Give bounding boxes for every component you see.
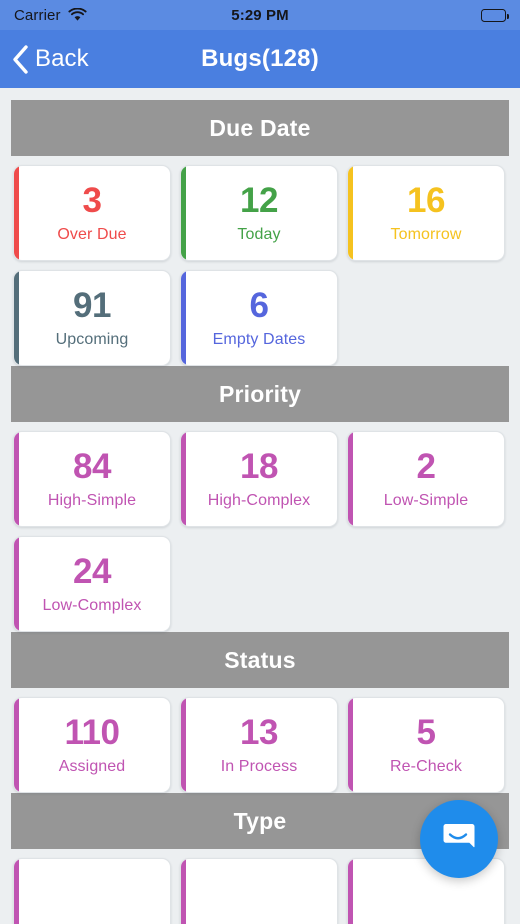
card-accent-bar <box>14 166 19 260</box>
stat-card-count: 13 <box>240 713 278 752</box>
stat-card-count: 18 <box>240 447 278 486</box>
bugs-dashboard-screen: Carrier 5:29 PM Back Bugs(128) Due Date … <box>0 0 520 924</box>
chat-launcher-button[interactable] <box>420 800 498 878</box>
chat-bubble-icon <box>439 817 479 862</box>
card-accent-bar <box>14 271 19 365</box>
card-accent-bar <box>14 432 19 526</box>
stat-card[interactable]: 13 In Process <box>180 697 338 793</box>
stat-card-count: 110 <box>64 713 120 752</box>
card-accent-bar <box>348 698 353 792</box>
carrier-label: Carrier <box>14 6 61 24</box>
wifi-icon <box>67 8 87 22</box>
stat-card[interactable] <box>180 858 338 924</box>
stat-card-count: 84 <box>73 447 111 486</box>
section-card-grid: 110 Assigned 13 In Process 5 Re-Check <box>0 688 520 793</box>
stat-card-label: Low-Simple <box>383 492 469 509</box>
card-accent-bar <box>181 698 186 792</box>
stat-card-count: 12 <box>240 181 278 220</box>
card-accent-bar <box>181 432 186 526</box>
dashboard-scroll-area[interactable]: Due Date 3 Over Due 12 Today 16 Tomorrow 91 Upco… <box>0 88 520 924</box>
section-card-grid: 84 High-Simple 18 High-Complex 2 Low-Simple 24… <box>0 422 520 632</box>
section-header: Status <box>11 632 509 688</box>
status-bar: Carrier 5:29 PM <box>0 0 520 30</box>
card-accent-bar <box>181 271 186 365</box>
section-header: Due Date <box>11 100 509 156</box>
stat-card-label: High-Simple <box>47 492 137 509</box>
stat-card[interactable]: 18 High-Complex <box>180 431 338 527</box>
section: Priority 84 High-Simple 18 High-Complex 2 Low-… <box>0 366 520 632</box>
stat-card-count: 16 <box>407 181 445 220</box>
stat-card-count: 3 <box>82 181 102 220</box>
stat-card-label: Re-Check <box>390 758 462 775</box>
chevron-left-icon <box>12 44 29 74</box>
card-accent-bar <box>14 698 19 792</box>
stat-card[interactable]: 2 Low-Simple <box>347 431 505 527</box>
stat-card[interactable] <box>13 858 171 924</box>
card-accent-bar <box>348 859 353 924</box>
stat-card-count: 24 <box>73 552 111 591</box>
section: Due Date 3 Over Due 12 Today 16 Tomorrow 91 Upco… <box>0 100 520 366</box>
card-accent-bar <box>14 537 19 631</box>
card-accent-bar <box>181 859 186 924</box>
back-button[interactable]: Back <box>0 44 89 74</box>
back-button-label: Back <box>35 45 89 72</box>
navigation-bar: Back Bugs(128) <box>0 30 520 88</box>
stat-card-count: 2 <box>416 447 436 486</box>
stat-card[interactable]: 3 Over Due <box>13 165 171 261</box>
card-accent-bar <box>14 859 19 924</box>
stat-card-label: Over Due <box>57 226 127 243</box>
section-header: Priority <box>11 366 509 422</box>
stat-card-count: 6 <box>249 286 269 325</box>
stat-card-label: Upcoming <box>55 331 129 348</box>
stat-card[interactable]: 84 High-Simple <box>13 431 171 527</box>
section: Status 110 Assigned 13 In Process 5 Re-Check <box>0 632 520 793</box>
stat-card[interactable]: 12 Today <box>180 165 338 261</box>
card-accent-bar <box>181 166 186 260</box>
battery-icon <box>481 8 509 22</box>
stat-card-label: Today <box>237 226 281 243</box>
stat-card-count: 91 <box>73 286 111 325</box>
stat-card-label: Tomorrow <box>390 226 462 243</box>
card-accent-bar <box>348 166 353 260</box>
status-bar-left: Carrier <box>14 7 87 24</box>
status-bar-right <box>481 8 509 22</box>
stat-card[interactable]: 91 Upcoming <box>13 270 171 366</box>
stat-card[interactable]: 110 Assigned <box>13 697 171 793</box>
stat-card-count: 5 <box>416 713 436 752</box>
stat-card-label: Assigned <box>58 758 126 775</box>
card-accent-bar <box>348 432 353 526</box>
stat-card[interactable]: 16 Tomorrow <box>347 165 505 261</box>
section-card-grid: 3 Over Due 12 Today 16 Tomorrow 91 Upcoming 6 Emp… <box>0 156 520 366</box>
stat-card-label: High-Complex <box>207 492 311 509</box>
stat-card-label: In Process <box>220 758 298 775</box>
stat-card[interactable]: 24 Low-Complex <box>13 536 171 632</box>
stat-card[interactable]: 6 Empty Dates <box>180 270 338 366</box>
stat-card-label: Low-Complex <box>42 597 142 614</box>
stat-card-label: Empty Dates <box>212 331 306 348</box>
stat-card[interactable]: 5 Re-Check <box>347 697 505 793</box>
